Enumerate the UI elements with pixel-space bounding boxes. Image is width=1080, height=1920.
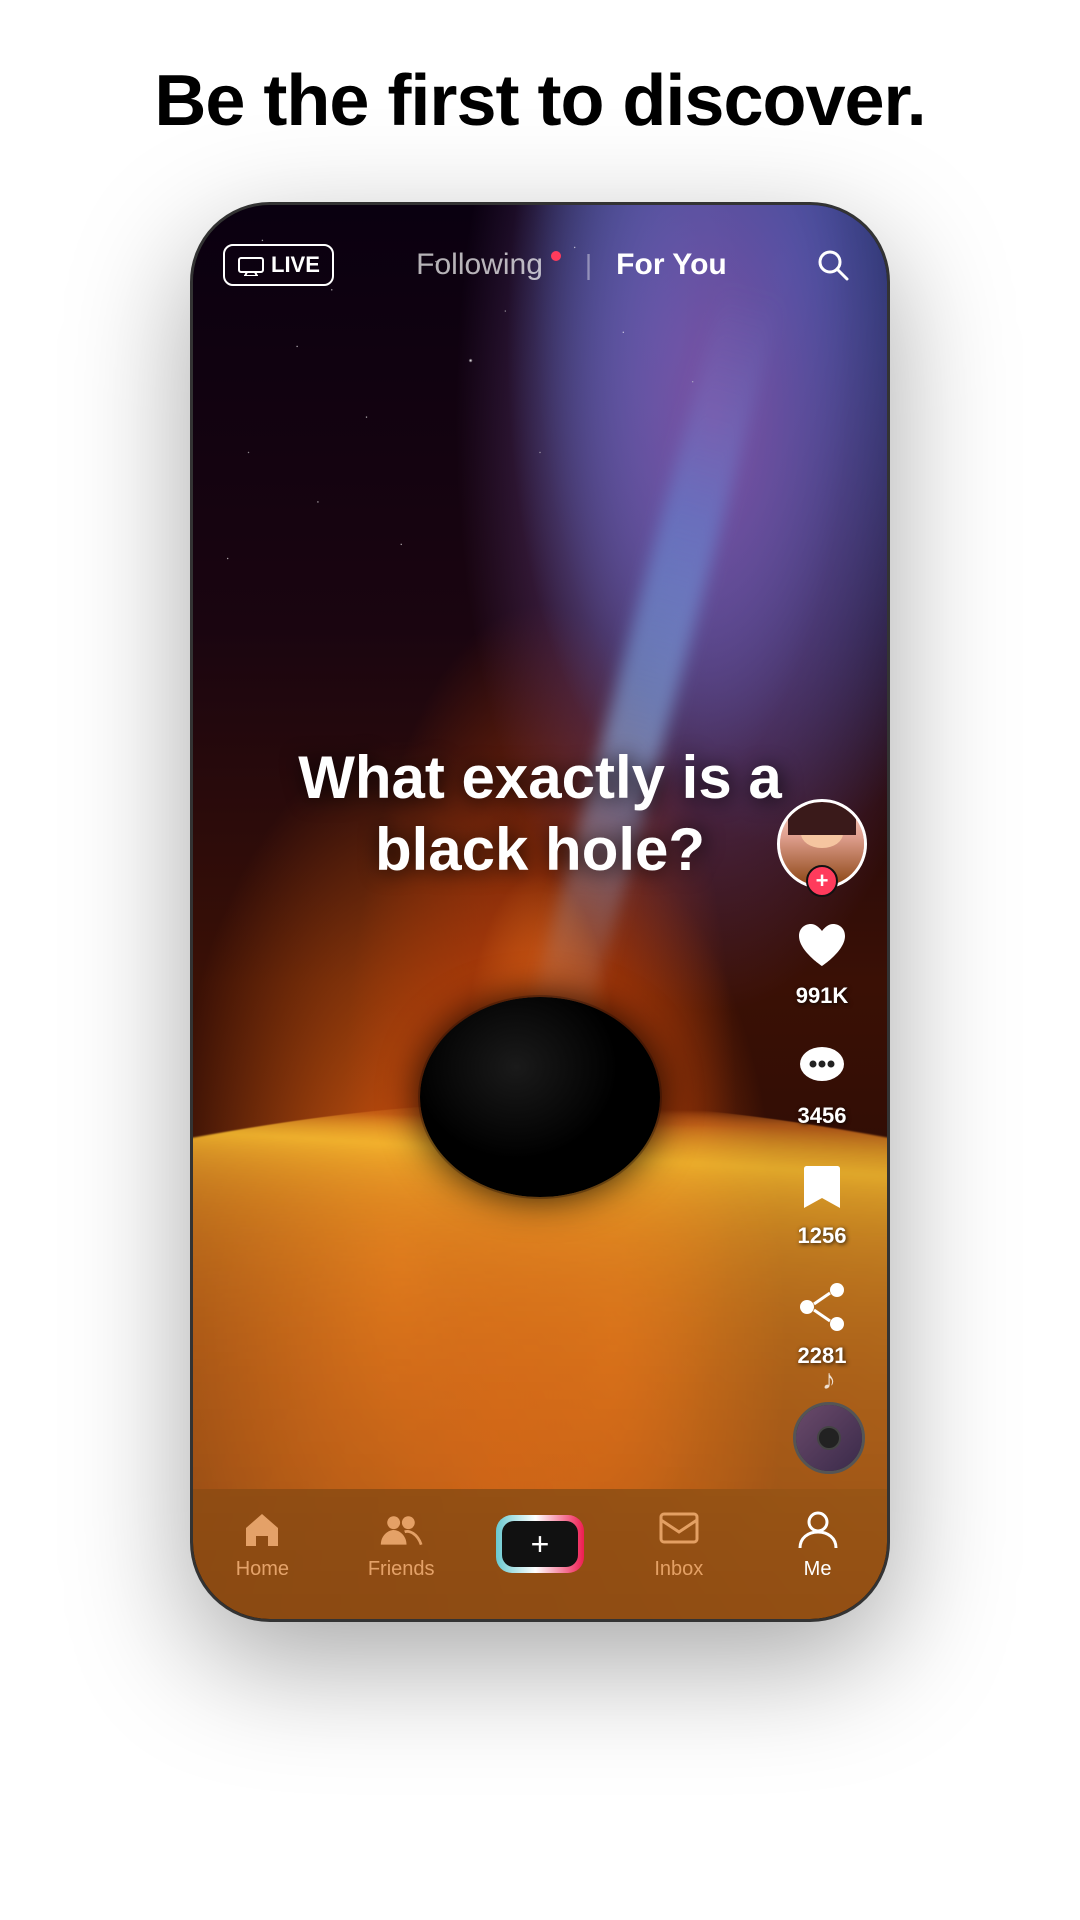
music-note-icon: ♪ [822, 1364, 836, 1396]
following-label: Following [416, 248, 543, 282]
home-icon [240, 1508, 284, 1552]
comment-icon [792, 1037, 852, 1097]
profile-icon [796, 1508, 840, 1552]
phone-screen: LIVE Following | For You W [190, 202, 890, 1622]
video-title: What exactly is a black hole? [273, 742, 807, 886]
heart-icon [792, 917, 852, 977]
disc-center [817, 1426, 841, 1450]
follow-button[interactable]: + [806, 865, 838, 897]
nav-friends[interactable]: Friends [351, 1508, 451, 1581]
phone-mockup: LIVE Following | For You W [190, 202, 890, 1622]
nav-inbox[interactable]: Inbox [629, 1508, 729, 1581]
add-button-inner: + [502, 1521, 578, 1567]
nav-add[interactable]: + [490, 1515, 590, 1573]
black-hole-visual [420, 997, 660, 1197]
music-disc[interactable] [793, 1402, 865, 1474]
notification-dot [551, 251, 561, 261]
inbox-icon [657, 1508, 701, 1552]
share-icon [792, 1277, 852, 1337]
like-count: 991K [796, 983, 849, 1009]
live-tv-icon [237, 254, 265, 276]
bookmark-count: 1256 [798, 1223, 847, 1249]
live-button[interactable]: LIVE [223, 244, 334, 286]
comment-button[interactable]: 3456 [792, 1037, 852, 1129]
friends-icon [379, 1508, 423, 1552]
friends-label: Friends [368, 1558, 435, 1581]
search-icon [811, 243, 855, 287]
like-button[interactable]: 991K [792, 917, 852, 1009]
bottom-navigation: Home Friends + [193, 1489, 887, 1619]
bookmark-icon [792, 1157, 852, 1217]
nav-home[interactable]: Home [212, 1508, 312, 1581]
bookmark-button[interactable]: 1256 [792, 1157, 852, 1249]
music-disc-container: ♪ [793, 1364, 865, 1474]
inbox-label: Inbox [654, 1558, 703, 1581]
creator-avatar[interactable]: + [777, 799, 867, 889]
me-label: Me [804, 1558, 832, 1581]
add-button[interactable]: + [496, 1515, 584, 1573]
page-headline: Be the first to discover. [94, 60, 985, 142]
comment-count: 3456 [798, 1103, 847, 1129]
following-tab[interactable]: Following [416, 248, 561, 282]
tab-divider: | [585, 249, 592, 281]
share-button[interactable]: 2281 [792, 1277, 852, 1369]
action-bar: + 991K [777, 799, 867, 1369]
live-label: LIVE [271, 252, 320, 278]
search-button[interactable] [809, 241, 857, 289]
home-label: Home [236, 1558, 289, 1581]
nav-me[interactable]: Me [768, 1508, 868, 1581]
top-navigation: LIVE Following | For You [193, 205, 887, 305]
nav-tabs: Following | For You [416, 248, 727, 282]
for-you-label: For You [616, 248, 727, 282]
for-you-tab[interactable]: For You [616, 248, 727, 282]
add-icon: + [531, 1526, 550, 1563]
